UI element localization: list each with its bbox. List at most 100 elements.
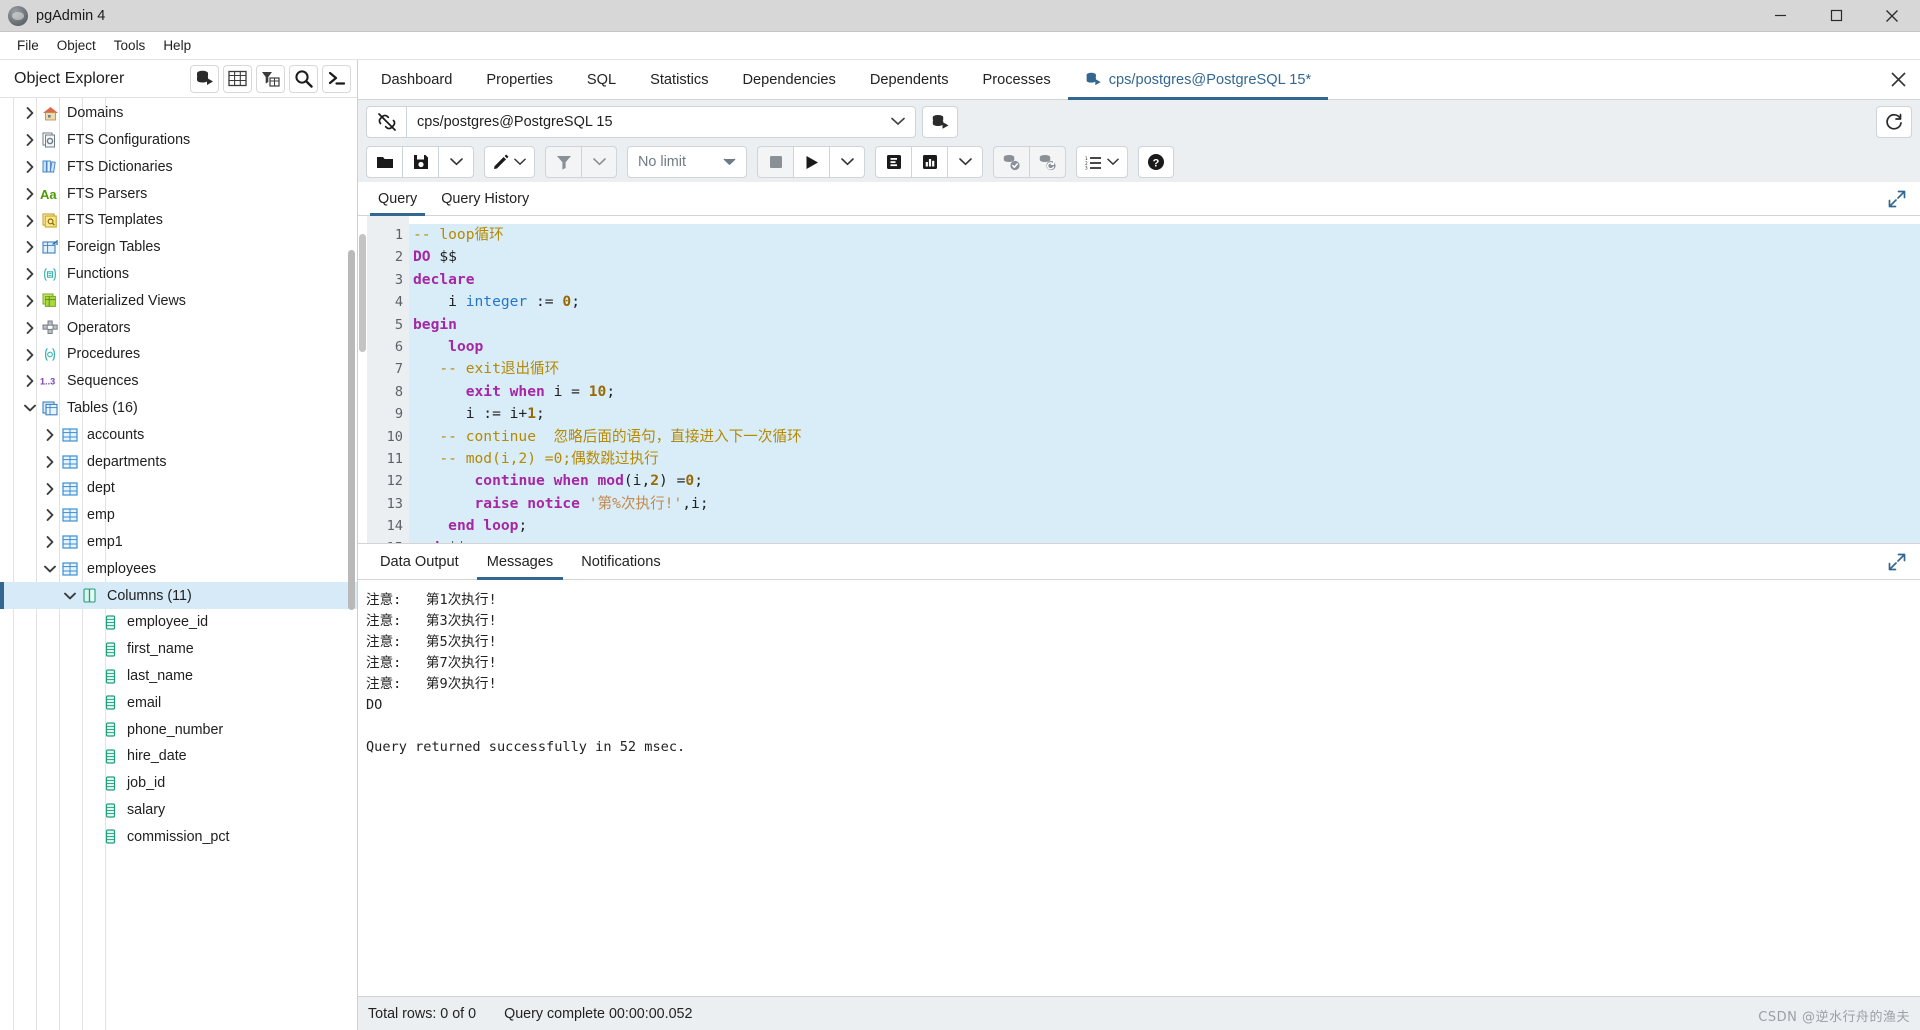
tab-data-output[interactable]: Data Output bbox=[366, 544, 473, 579]
code-line[interactable]: DO $$ bbox=[409, 246, 1920, 269]
sidebar-scrollbar[interactable] bbox=[348, 250, 355, 610]
row-limit-select[interactable]: No limit bbox=[627, 146, 747, 178]
connection-select[interactable]: cps/postgres@PostgreSQL 15 bbox=[406, 106, 916, 138]
tab-sql[interactable]: SQL bbox=[570, 60, 633, 99]
menu-object[interactable]: Object bbox=[48, 35, 105, 56]
tree-item-employee-id[interactable]: employee_id bbox=[0, 609, 357, 636]
filter-options-button[interactable] bbox=[581, 146, 617, 178]
filter-table-icon[interactable] bbox=[256, 64, 285, 93]
chevron-down-icon[interactable] bbox=[40, 565, 60, 573]
database-connect-icon[interactable] bbox=[922, 106, 958, 138]
tree-item-fts-templates[interactable]: FTS Templates bbox=[0, 207, 357, 234]
tab-properties[interactable]: Properties bbox=[469, 60, 570, 99]
tab-messages[interactable]: Messages bbox=[473, 544, 568, 580]
expand-diagonal-icon[interactable] bbox=[1888, 544, 1920, 579]
chevron-down-icon[interactable] bbox=[60, 592, 80, 600]
chevron-right-icon[interactable] bbox=[40, 455, 60, 468]
explain-button[interactable] bbox=[875, 146, 911, 178]
code-line[interactable]: i integer := 0; bbox=[409, 291, 1920, 314]
code-line[interactable]: -- exit退出循环 bbox=[409, 358, 1920, 381]
close-icon[interactable] bbox=[1876, 60, 1920, 99]
tab-dependents[interactable]: Dependents bbox=[853, 60, 966, 99]
tree-item-dept[interactable]: dept bbox=[0, 475, 357, 502]
open-file-button[interactable] bbox=[366, 146, 402, 178]
rollback-button[interactable] bbox=[1029, 146, 1066, 178]
chevron-right-icon[interactable] bbox=[20, 214, 40, 227]
expand-diagonal-icon[interactable] bbox=[1888, 182, 1920, 215]
explain-options-button[interactable] bbox=[947, 146, 983, 178]
execute-options-button[interactable] bbox=[829, 146, 865, 178]
tree-item-fts-dictionaries[interactable]: FTS Dictionaries bbox=[0, 154, 357, 181]
code-line[interactable]: -- continue 忽略后面的语句，直接进入下一次循环 bbox=[409, 425, 1920, 448]
tree-item-accounts[interactable]: accounts bbox=[0, 422, 357, 449]
tree-item-materialized-views[interactable]: Materialized Views bbox=[0, 288, 357, 315]
menu-tools[interactable]: Tools bbox=[105, 35, 155, 56]
chevron-down-icon[interactable] bbox=[20, 404, 40, 412]
code-line[interactable]: end loop; bbox=[409, 515, 1920, 538]
chevron-right-icon[interactable] bbox=[20, 107, 40, 120]
table-grid-icon[interactable] bbox=[223, 64, 252, 93]
code-line[interactable]: loop bbox=[409, 335, 1920, 359]
code-line[interactable]: i := i+1; bbox=[409, 403, 1920, 426]
code-line[interactable]: declare bbox=[409, 268, 1920, 292]
code-line[interactable]: continue when mod(i,2) =0; bbox=[409, 470, 1920, 493]
chevron-right-icon[interactable] bbox=[20, 241, 40, 254]
tree-item-departments[interactable]: departments bbox=[0, 448, 357, 475]
maximize-icon[interactable] bbox=[1808, 0, 1864, 31]
tree-item-commission-pct[interactable]: commission_pct bbox=[0, 824, 357, 851]
help-button[interactable]: ? bbox=[1138, 146, 1174, 178]
stop-button[interactable] bbox=[757, 146, 793, 178]
chevron-right-icon[interactable] bbox=[20, 161, 40, 173]
code-line[interactable]: begin bbox=[409, 313, 1920, 336]
tree-item-phone-number[interactable]: phone_number bbox=[0, 716, 357, 743]
save-options-button[interactable] bbox=[438, 146, 474, 178]
save-file-button[interactable] bbox=[402, 146, 438, 178]
chevron-right-icon[interactable] bbox=[20, 375, 40, 388]
add-server-icon[interactable] bbox=[190, 64, 219, 93]
tree-item-job-id[interactable]: job_id bbox=[0, 770, 357, 797]
tree-item-domains[interactable]: Domains bbox=[0, 100, 357, 127]
tree-item-salary[interactable]: salary bbox=[0, 797, 357, 824]
edit-button[interactable] bbox=[484, 146, 535, 178]
tab-notifications[interactable]: Notifications bbox=[567, 544, 675, 579]
tree-item-email[interactable]: email bbox=[0, 690, 357, 717]
chevron-right-icon[interactable] bbox=[40, 482, 60, 495]
tree-item-functions[interactable]: Functions bbox=[0, 261, 357, 288]
reset-layout-icon[interactable] bbox=[1876, 106, 1912, 138]
commit-button[interactable] bbox=[993, 146, 1029, 178]
chevron-right-icon[interactable] bbox=[20, 268, 40, 281]
code-line[interactable]: exit when i = 10; bbox=[409, 380, 1920, 404]
tree-item-fts-parsers[interactable]: Aa FTS Parsers bbox=[0, 180, 357, 207]
chevron-right-icon[interactable] bbox=[40, 509, 60, 522]
object-explorer-tree[interactable]: Domains FTS Configurations FTS Dictionarie… bbox=[0, 98, 357, 1030]
tree-item-sequences[interactable]: 1..3 Sequences bbox=[0, 368, 357, 395]
code-line[interactable]: end $$; bbox=[409, 537, 1920, 543]
tree-item-emp[interactable]: emp bbox=[0, 502, 357, 529]
tree-item-emp1[interactable]: emp1 bbox=[0, 529, 357, 556]
execute-button[interactable] bbox=[793, 146, 829, 178]
tree-item-fts-configurations[interactable]: FTS Configurations bbox=[0, 127, 357, 154]
tab-query-history[interactable]: Query History bbox=[429, 182, 541, 215]
tree-item-tables-16[interactable]: Tables (16) bbox=[0, 395, 357, 422]
chevron-right-icon[interactable] bbox=[20, 348, 40, 361]
tree-item-employees[interactable]: employees bbox=[0, 556, 357, 583]
minimize-icon[interactable] bbox=[1752, 0, 1808, 31]
chevron-right-icon[interactable] bbox=[20, 295, 40, 307]
sql-editor[interactable]: 123456789101112131415 -- loop循环DO $$decl… bbox=[358, 216, 1920, 543]
terminal-icon[interactable] bbox=[322, 64, 351, 93]
editor-scrollbar[interactable] bbox=[358, 216, 367, 543]
menu-help[interactable]: Help bbox=[154, 35, 200, 56]
chevron-right-icon[interactable] bbox=[20, 187, 40, 200]
tab-processes[interactable]: Processes bbox=[966, 60, 1068, 99]
tree-item-hire-date[interactable]: hire_date bbox=[0, 743, 357, 770]
explain-analyze-button[interactable] bbox=[911, 146, 947, 178]
tree-item-operators[interactable]: Operators bbox=[0, 314, 357, 341]
tree-item-columns-11[interactable]: Columns (11) bbox=[0, 582, 357, 610]
filter-button[interactable] bbox=[545, 146, 581, 178]
code-line[interactable]: -- mod(i,2) =0;偶数跳过执行 bbox=[409, 447, 1920, 471]
chevron-right-icon[interactable] bbox=[40, 429, 60, 441]
tab-dashboard[interactable]: Dashboard bbox=[364, 60, 469, 99]
tree-item-last-name[interactable]: last_name bbox=[0, 663, 357, 690]
tree-item-foreign-tables[interactable]: Foreign Tables bbox=[0, 234, 357, 261]
tab-query[interactable]: Query bbox=[366, 182, 429, 216]
